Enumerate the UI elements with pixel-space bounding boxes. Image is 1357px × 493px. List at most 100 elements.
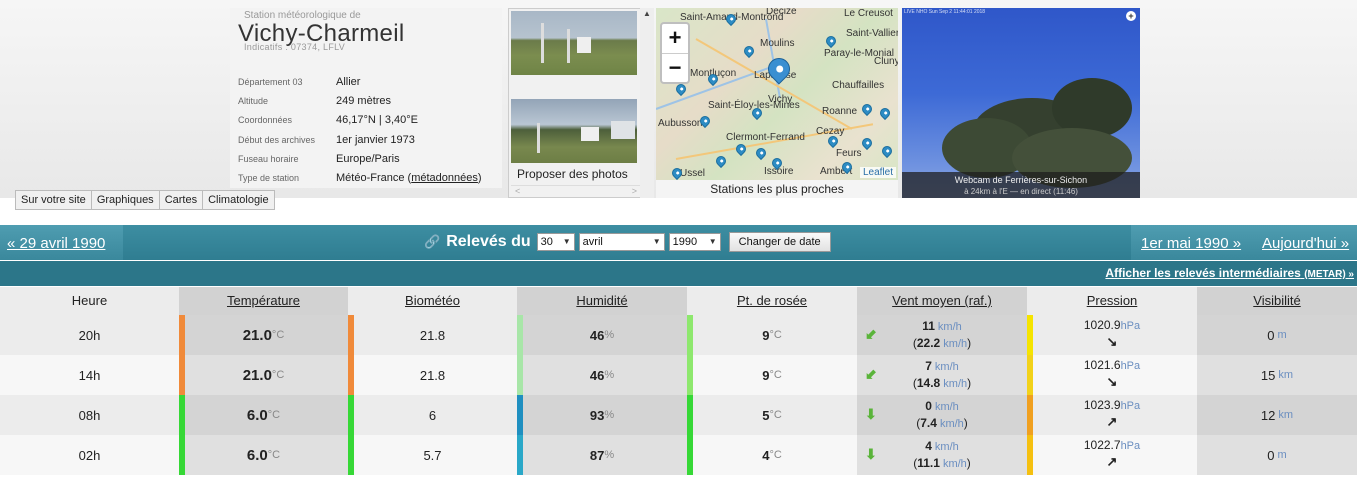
pressure-value: 1023.9 bbox=[1083, 397, 1121, 412]
zoom-in-button[interactable]: + bbox=[662, 24, 688, 53]
table-cell: 0m bbox=[1197, 315, 1357, 355]
chevron-up-icon[interactable]: ▲ bbox=[643, 9, 651, 18]
humidity-value: 93 bbox=[589, 407, 605, 423]
enlarge-icon[interactable]: + bbox=[1126, 11, 1136, 21]
tab-graphs[interactable]: Graphiques bbox=[90, 190, 160, 210]
station-pin-icon[interactable] bbox=[859, 101, 875, 117]
col-visibility[interactable]: Visibilité bbox=[1197, 287, 1357, 315]
metadata-link[interactable]: métadonnées bbox=[411, 172, 478, 184]
zoom-out-button[interactable]: − bbox=[662, 53, 688, 82]
wind-speed: 11 km/h bbox=[913, 318, 971, 335]
station-pin-icon[interactable] bbox=[673, 81, 689, 97]
wind-gust: (22.2 km/h) bbox=[913, 335, 971, 352]
previous-day-link[interactable]: « 29 avril 1990 bbox=[7, 235, 105, 252]
station-pin-icon[interactable] bbox=[877, 105, 893, 121]
temperature-color-bar bbox=[179, 315, 185, 355]
detail-value: Allier bbox=[336, 75, 361, 88]
leaflet-attribution-link[interactable]: Leaflet bbox=[859, 167, 896, 178]
nearby-stations-map[interactable]: Saint-Amand-Montrond Decize Le Creusot S… bbox=[656, 8, 898, 180]
next-day-link[interactable]: 1er mai 1990 » bbox=[1141, 235, 1241, 252]
gust-paren-close: ) bbox=[967, 376, 972, 390]
map-place-label: Saint-Vallier bbox=[846, 28, 898, 39]
col-pressure[interactable]: Pression bbox=[1027, 287, 1197, 315]
tab-maps[interactable]: Cartes bbox=[158, 190, 204, 210]
station-photo[interactable] bbox=[511, 99, 637, 163]
col-dewpoint[interactable]: Pt. de rosée bbox=[687, 287, 857, 315]
biometeo-value: 21.8 bbox=[419, 367, 446, 383]
wind-direction-icon: ⬇ bbox=[865, 446, 877, 462]
wind-gust: (14.8 km/h) bbox=[913, 375, 971, 392]
wind-gust-value: 22.2 bbox=[916, 336, 941, 350]
gust-paren-close: ) bbox=[963, 416, 968, 430]
col-temperature-label[interactable]: Température bbox=[227, 293, 300, 308]
wind-values: 4 km/h (11.1 km/h) bbox=[913, 438, 971, 472]
col-biometeo-label[interactable]: Biométéo bbox=[405, 293, 460, 308]
col-visibility-label[interactable]: Visibilité bbox=[1253, 293, 1300, 308]
year-select[interactable]: 1990 ▼ bbox=[668, 233, 721, 251]
table-cell: 21.0 °C bbox=[179, 355, 348, 395]
pressure-reading: 1020.9hPa bbox=[1084, 317, 1140, 334]
col-humidity[interactable]: Humidité bbox=[517, 287, 687, 315]
wind-unit: km/h bbox=[931, 441, 959, 453]
table-cell: ⬇ 4 km/h (11.1 km/h) bbox=[857, 435, 1027, 475]
propose-photos-link[interactable]: Proposer des photos bbox=[517, 167, 628, 181]
map-zoom-control: + − bbox=[660, 22, 690, 84]
dewpoint-color-bar bbox=[687, 395, 693, 435]
col-hour-label: Heure bbox=[71, 293, 108, 308]
col-pressure-label[interactable]: Pression bbox=[1087, 293, 1138, 308]
webcam-title: Webcam de Ferrières-sur-Sichon bbox=[954, 175, 1088, 185]
map-caption[interactable]: Stations les plus proches bbox=[656, 180, 898, 198]
humidity-value: 46 bbox=[589, 327, 605, 343]
month-select[interactable]: avril ▼ bbox=[578, 233, 665, 251]
photo-gallery: Proposer des photos ⌄ < > bbox=[508, 8, 652, 198]
station-pin-icon[interactable] bbox=[741, 43, 757, 59]
month-value: avril bbox=[582, 236, 603, 248]
col-temperature[interactable]: Température bbox=[179, 287, 348, 315]
map-place-label: Moulins bbox=[760, 38, 795, 49]
station-pin-icon[interactable] bbox=[753, 145, 769, 161]
col-wind[interactable]: Vent moyen (raf.) bbox=[857, 287, 1027, 315]
station-pin-icon[interactable] bbox=[733, 141, 749, 157]
webcam-image[interactable]: LIVE NHO Sun Sep 2 11:44:01 2018 + Webca… bbox=[902, 8, 1140, 198]
station-pin-icon[interactable] bbox=[859, 135, 875, 151]
horizontal-scrollbar[interactable]: < > bbox=[511, 185, 649, 196]
visibility-unit: m bbox=[1277, 449, 1287, 461]
map-place-label: Chauffailles bbox=[832, 80, 885, 91]
today-link[interactable]: Aujourd'hui » bbox=[1262, 235, 1349, 252]
metar-link-suffix: (METAR) » bbox=[1304, 269, 1354, 280]
station-codes: Indicatifs : 07374, LFLV bbox=[244, 42, 346, 52]
change-date-button[interactable]: Changer de date bbox=[728, 232, 831, 252]
scroll-left-icon[interactable]: < bbox=[515, 186, 520, 196]
visibility-value: 12 bbox=[1260, 407, 1276, 423]
col-wind-label[interactable]: Vent moyen (raf.) bbox=[892, 293, 992, 308]
pressure-value: 1020.9 bbox=[1083, 317, 1121, 332]
station-photo[interactable] bbox=[511, 11, 637, 75]
table-cell: 6.0 °C bbox=[179, 395, 348, 435]
show-metar-link[interactable]: Afficher les relevés intermédiaires (MET… bbox=[1105, 266, 1354, 280]
map-place-label: Cluny bbox=[874, 56, 898, 67]
webcam-subtitle: à 24km à l'E — en direct (11:46) bbox=[964, 187, 1078, 196]
biometeo-color-bar bbox=[348, 395, 354, 435]
tab-climatology[interactable]: Climatologie bbox=[202, 190, 275, 210]
pressure-color-bar bbox=[1027, 435, 1033, 475]
col-humidity-label[interactable]: Humidité bbox=[576, 293, 627, 308]
station-pin-icon[interactable] bbox=[713, 153, 729, 169]
wind-values: 11 km/h (22.2 km/h) bbox=[913, 318, 971, 352]
tab-embed[interactable]: Sur votre site bbox=[15, 190, 92, 210]
pressure-value: 1021.6 bbox=[1083, 357, 1121, 372]
temperature-value: 21.0 bbox=[242, 366, 272, 384]
station-info-panel: Station météorologique de Vichy-Charmeil… bbox=[230, 8, 502, 188]
scroll-right-icon[interactable]: > bbox=[632, 186, 637, 196]
detail-row: Fuseau horaire Europe/Paris bbox=[238, 149, 502, 168]
wind-speed: 7 km/h bbox=[913, 358, 971, 375]
dewpoint-color-bar bbox=[687, 315, 693, 355]
day-select[interactable]: 30 ▼ bbox=[536, 233, 575, 251]
col-dewpoint-label[interactable]: Pt. de rosée bbox=[737, 293, 807, 308]
metar-link-text: Afficher les relevés intermédiaires bbox=[1105, 266, 1301, 280]
vertical-scrollbar[interactable]: ▲ bbox=[640, 8, 654, 198]
station-pin-icon[interactable] bbox=[879, 143, 895, 159]
col-biometeo[interactable]: Biométéo bbox=[348, 287, 517, 315]
station-pin-icon[interactable] bbox=[823, 33, 839, 49]
table-cell: 15 km bbox=[1197, 355, 1357, 395]
celsius-unit: °C bbox=[769, 329, 782, 341]
